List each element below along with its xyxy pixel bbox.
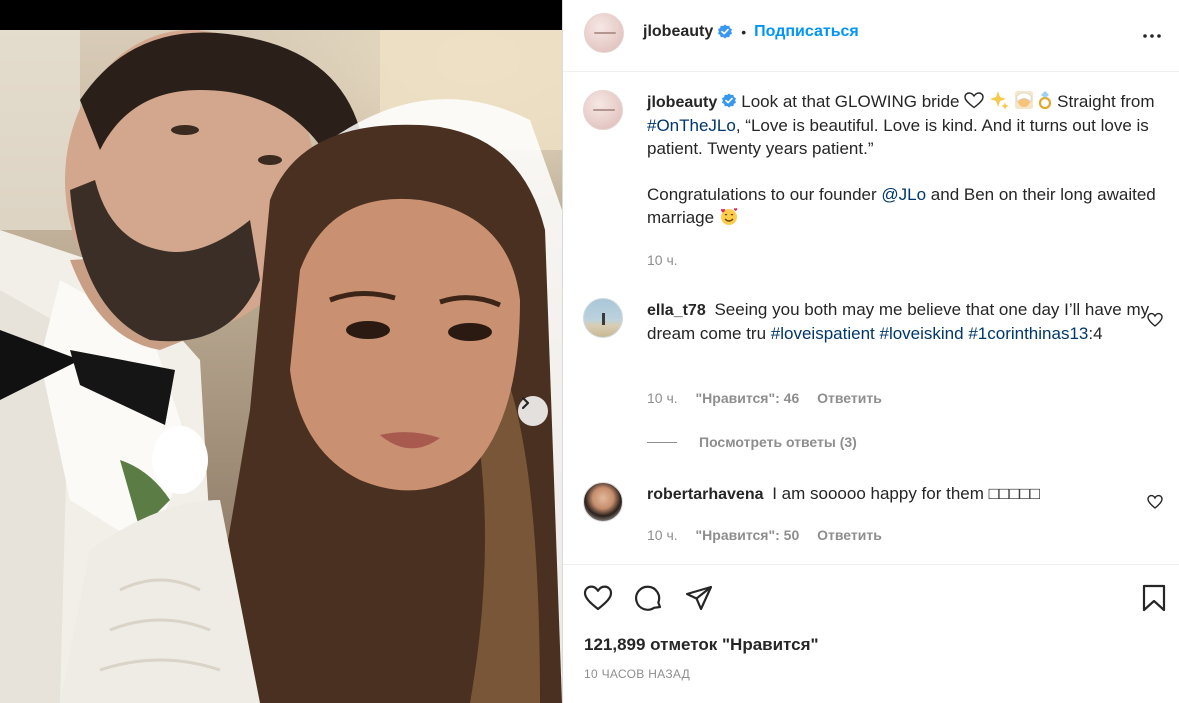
ring-emoji-icon: [1039, 91, 1052, 110]
comment-hashtag-link[interactable]: #1corinthinas13: [968, 324, 1088, 343]
caption-text: jlobeauty Look at that GLOWING bride Str…: [647, 90, 1157, 229]
header-separator: •: [741, 24, 747, 40]
comment-body: I am sooooo happy for them: [772, 484, 984, 503]
likes-count[interactable]: 121,899 отметок "Нравится": [584, 635, 819, 655]
heart-icon[interactable]: [583, 583, 613, 613]
caption-entry: jlobeauty Look at that GLOWING bride Str…: [583, 90, 1163, 280]
commenter-avatar[interactable]: [583, 298, 623, 338]
view-replies-button[interactable]: Посмотреть ответы (3): [647, 434, 857, 450]
comment-reply-button[interactable]: Ответить: [817, 527, 882, 543]
comment-likes-count[interactable]: "Нравится": 50: [696, 527, 800, 543]
carousel-next-button[interactable]: [518, 396, 548, 426]
comment-hashtag-link[interactable]: #loveiskind: [879, 324, 963, 343]
comment-likes-count[interactable]: "Нравится": 46: [696, 390, 800, 406]
caption-part-1: Look at that GLOWING bride: [741, 92, 960, 111]
view-replies-label: Посмотреть ответы (3): [699, 434, 857, 450]
caption-part-2: Straight from: [1057, 92, 1155, 111]
caption-username[interactable]: jlobeauty: [647, 94, 717, 111]
comment-username[interactable]: ella_t78: [647, 302, 706, 319]
comment-emoji-placeholder: □□□□□: [988, 484, 1040, 503]
comment-time[interactable]: 10 ч.: [647, 527, 678, 543]
post-media: [0, 0, 562, 703]
comment-reply-button[interactable]: Ответить: [817, 390, 882, 406]
caption-hashtag-link[interactable]: #OnTheJLo: [647, 116, 736, 135]
caption-para2-pre: Congratulations to our founder: [647, 185, 877, 204]
more-horizontal-icon[interactable]: [1140, 24, 1164, 48]
posted-time[interactable]: 10 ЧАСОВ НАЗАД: [584, 667, 690, 681]
comment-username[interactable]: robertarhavena: [647, 486, 764, 503]
post-photo[interactable]: [0, 30, 562, 703]
comment-like-heart-icon[interactable]: [1147, 312, 1163, 328]
bookmark-icon[interactable]: [1139, 583, 1169, 613]
comment-like-heart-icon[interactable]: [1147, 494, 1163, 510]
couple-selfie-illustration: [0, 30, 562, 703]
comment-text: robertarhavena I am sooooo happy for the…: [647, 482, 1157, 506]
caption-mention-link[interactable]: @JLo: [881, 185, 926, 204]
smiling-face-with-hearts-emoji-icon: [720, 208, 738, 225]
bride-emoji-icon: [1014, 91, 1033, 109]
caption-author-avatar[interactable]: [583, 90, 623, 130]
comment-hashtag-link[interactable]: #loveispatient: [771, 324, 875, 343]
post-actions: 121,899 отметок "Нравится" 10 ЧАСОВ НАЗА…: [563, 564, 1179, 703]
comment-time[interactable]: 10 ч.: [647, 390, 678, 406]
comment-meta: 10 ч. "Нравится": 46 Ответить: [647, 390, 896, 406]
comment-icon[interactable]: [634, 583, 664, 613]
replies-divider-line: [647, 441, 677, 443]
verified-badge-icon: [722, 93, 737, 108]
comment-meta: 10 ч. "Нравится": 50 Ответить: [647, 527, 896, 543]
comments-list[interactable]: jlobeauty Look at that GLOWING bride Str…: [563, 72, 1179, 564]
author-row: jlobeauty • Подписаться: [643, 23, 859, 41]
sparkles-emoji-icon: [989, 91, 1009, 110]
author-username[interactable]: jlobeauty: [643, 23, 713, 41]
follow-button[interactable]: Подписаться: [754, 23, 859, 41]
comment-text: ella_t78 Seeing you both may me believe …: [647, 298, 1157, 345]
verified-badge-icon: [718, 24, 733, 39]
send-icon[interactable]: [684, 583, 714, 613]
comment-item: robertarhavena I am sooooo happy for the…: [583, 482, 1163, 562]
comment-body-end: :4: [1088, 324, 1103, 343]
author-avatar[interactable]: [584, 13, 624, 53]
white-heart-emoji-icon: [964, 92, 984, 109]
comment-item: ella_t78 Seeing you both may me believe …: [583, 298, 1163, 418]
chevron-right-icon: [521, 396, 530, 410]
commenter-avatar[interactable]: [583, 482, 623, 522]
post-side-panel: jlobeauty • Подписаться jlobeauty Look a…: [562, 0, 1179, 703]
caption-meta: 10 ч.: [647, 252, 692, 268]
caption-time[interactable]: 10 ч.: [647, 252, 678, 268]
post-header: jlobeauty • Подписаться: [563, 0, 1179, 72]
media-top-bar: [0, 0, 562, 30]
